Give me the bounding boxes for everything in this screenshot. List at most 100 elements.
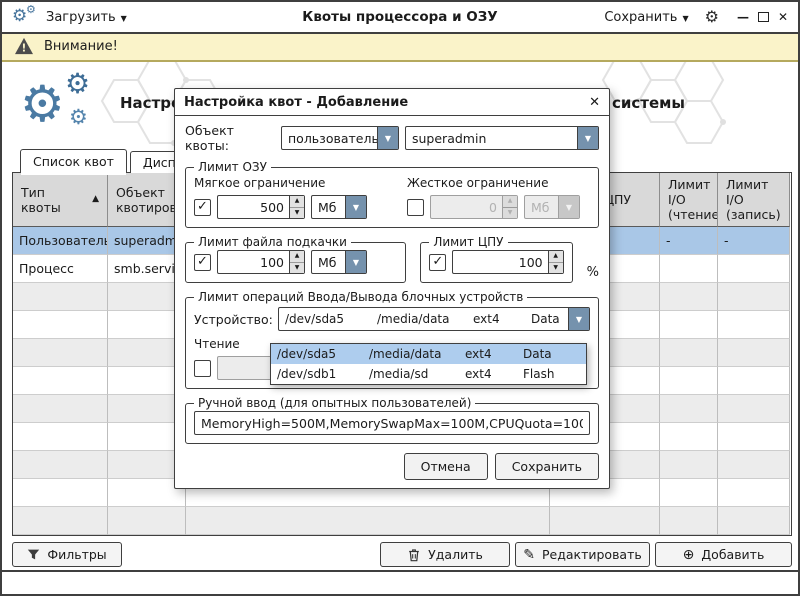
soft-limit-label: Мягкое ограничение bbox=[194, 176, 399, 190]
gear-icon: ⚙ bbox=[20, 79, 65, 129]
spin-down-icon: ▼ bbox=[503, 208, 517, 219]
dialog-close-icon[interactable]: ✕ bbox=[589, 95, 600, 110]
dialog-title: Настройка квот - Добавление bbox=[184, 95, 408, 110]
soft-limit-unit-select[interactable]: Мб ▼ bbox=[311, 195, 367, 219]
spinner-value[interactable]: 500 bbox=[218, 196, 289, 218]
swap-limit-legend: Лимит файла подкачки bbox=[194, 235, 351, 249]
spinner-buttons: ▲ ▼ bbox=[548, 251, 563, 273]
delete-button[interactable]: Удалить bbox=[380, 542, 510, 567]
cpu-limit-legend: Лимит ЦПУ bbox=[429, 235, 507, 249]
swap-limit-unit-select[interactable]: Мб ▼ bbox=[311, 250, 367, 274]
warning-banner: ! Внимание! bbox=[2, 32, 798, 62]
window-title: Квоты процессора и ОЗУ bbox=[302, 9, 497, 25]
soft-limit-spinner[interactable]: 500 ▲ ▼ bbox=[217, 195, 305, 219]
titlebar: ⚙ ⚙ Загрузить ▼ Квоты процессора и ОЗУ С… bbox=[2, 2, 798, 34]
swap-limit-spinner[interactable]: 100 ▲ ▼ bbox=[217, 250, 305, 274]
quota-type-select[interactable]: пользователь ▼ bbox=[281, 126, 399, 150]
tab-label: Список квот bbox=[33, 154, 114, 169]
add-button[interactable]: ⊕ Добавить bbox=[655, 542, 792, 567]
save-menu-button[interactable]: Сохранить ▼ bbox=[604, 10, 688, 25]
delete-button-label: Удалить bbox=[428, 547, 483, 562]
device-option[interactable]: /dev/sdb1 /media/sd ext4 Flash bbox=[271, 364, 586, 384]
cpu-limit-checkbox[interactable]: ✓ bbox=[429, 254, 446, 271]
manual-input-field[interactable] bbox=[194, 411, 590, 435]
spinner-value[interactable]: 100 bbox=[453, 251, 547, 273]
select-value: пользователь bbox=[282, 127, 377, 149]
device-path: /dev/sda5 bbox=[285, 312, 377, 326]
select-value: Мб bbox=[312, 196, 345, 218]
app-gears-icon: ⚙ ⚙ bbox=[12, 7, 38, 27]
soft-limit-checkbox[interactable]: ✓ bbox=[194, 199, 211, 216]
device-fs: ext4 bbox=[473, 312, 531, 326]
swap-limit-checkbox[interactable]: ✓ bbox=[194, 254, 211, 271]
plus-circle-icon: ⊕ bbox=[683, 548, 695, 562]
io-read-checkbox[interactable] bbox=[194, 360, 211, 377]
device-name: Flash bbox=[523, 367, 580, 381]
column-header-type[interactable]: Тип квоты ▲ bbox=[13, 173, 108, 227]
column-header-label: Тип квоты bbox=[21, 185, 86, 215]
titlebar-left: ⚙ ⚙ Загрузить ▼ bbox=[12, 7, 127, 27]
app-window: ⚙ ⚙ Загрузить ▼ Квоты процессора и ОЗУ С… bbox=[0, 0, 800, 596]
cell-quota-type: Пользователь bbox=[13, 227, 108, 255]
pencil-icon: ✎ bbox=[523, 548, 535, 562]
device-fs: ext4 bbox=[465, 347, 523, 361]
spin-down-icon[interactable]: ▼ bbox=[290, 263, 304, 274]
spinner-value[interactable]: 100 bbox=[218, 251, 289, 273]
chevron-down-icon: ▼ bbox=[682, 14, 688, 23]
minimize-icon[interactable]: — bbox=[737, 10, 749, 24]
funnel-icon bbox=[27, 548, 40, 561]
load-menu-button[interactable]: Загрузить ▼ bbox=[46, 10, 127, 25]
edit-button[interactable]: ✎ Редактировать bbox=[515, 542, 650, 567]
column-header-io-write[interactable]: Лимит I/O (запись) bbox=[718, 173, 790, 227]
maximize-icon[interactable] bbox=[758, 12, 769, 22]
spin-down-icon[interactable]: ▼ bbox=[549, 263, 563, 274]
empty-table-row bbox=[13, 507, 791, 535]
manual-input-group: Ручной ввод (для опытных пользователей) bbox=[185, 396, 599, 444]
quota-target-select[interactable]: superadmin ▼ bbox=[405, 126, 599, 150]
tab-quota-list[interactable]: Список квот bbox=[20, 149, 127, 173]
filters-button-label: Фильтры bbox=[47, 547, 106, 562]
filters-button[interactable]: Фильтры bbox=[12, 542, 122, 567]
save-button-label: Сохранить bbox=[512, 459, 582, 474]
device-mount: /media/data bbox=[377, 312, 473, 326]
dropdown-arrow-icon: ▼ bbox=[377, 127, 398, 149]
dropdown-arrow-icon: ▼ bbox=[568, 308, 589, 330]
cell-io-write: - bbox=[718, 227, 790, 255]
dropdown-arrow-icon: ▼ bbox=[577, 127, 598, 149]
settings-gear-icon[interactable]: ⚙ bbox=[705, 9, 719, 25]
io-limit-group: Лимит операций Ввода/Вывода блочных устр… bbox=[185, 290, 599, 389]
device-select[interactable]: /dev/sda5 /media/data ext4 Data ▼ bbox=[278, 307, 590, 331]
io-limit-legend: Лимит операций Ввода/Вывода блочных устр… bbox=[194, 290, 527, 304]
gear-icon: ⚙ bbox=[26, 4, 36, 15]
save-menu-label: Сохранить bbox=[604, 10, 677, 25]
device-select-value: /dev/sda5 /media/data ext4 Data bbox=[279, 308, 568, 330]
close-icon[interactable]: ✕ bbox=[778, 10, 788, 24]
hard-limit-unit-select: Мб ▼ bbox=[524, 195, 580, 219]
dropdown-arrow-icon: ▼ bbox=[345, 196, 366, 218]
cell-io-read: - bbox=[660, 227, 718, 255]
app-logo-gears: ⚙ ⚙ ⚙ bbox=[18, 72, 106, 142]
spin-down-icon[interactable]: ▼ bbox=[290, 208, 304, 219]
sort-asc-icon: ▲ bbox=[92, 194, 99, 205]
hard-limit-checkbox[interactable] bbox=[407, 199, 424, 216]
spinner-buttons: ▲ ▼ bbox=[289, 196, 304, 218]
spin-up-icon[interactable]: ▲ bbox=[290, 251, 304, 263]
dialog-titlebar: Настройка квот - Добавление ✕ bbox=[175, 89, 609, 116]
device-option[interactable]: /dev/sda5 /media/data ext4 Data bbox=[271, 344, 586, 364]
quota-object-label: Объект квоты: bbox=[185, 123, 281, 153]
select-value: Мб bbox=[525, 196, 558, 218]
cpu-limit-spinner[interactable]: 100 ▲ ▼ bbox=[452, 250, 563, 274]
device-fs: ext4 bbox=[465, 367, 523, 381]
column-header-io-read[interactable]: Лимит I/O (чтение) bbox=[660, 173, 718, 227]
warning-icon: ! bbox=[14, 37, 34, 55]
save-button[interactable]: Сохранить bbox=[495, 453, 599, 480]
cancel-button[interactable]: Отмена bbox=[404, 453, 488, 480]
spin-up-icon[interactable]: ▲ bbox=[290, 196, 304, 208]
window-controls: — ✕ bbox=[737, 10, 788, 24]
device-row: Устройство: /dev/sda5 /media/data ext4 D… bbox=[194, 307, 590, 331]
page-title-fragment-right: системы bbox=[612, 94, 685, 112]
spinner-buttons: ▲ ▼ bbox=[289, 251, 304, 273]
svg-text:!: ! bbox=[22, 42, 27, 55]
spin-up-icon[interactable]: ▲ bbox=[549, 251, 563, 263]
gear-icon: ⚙ bbox=[69, 107, 88, 128]
